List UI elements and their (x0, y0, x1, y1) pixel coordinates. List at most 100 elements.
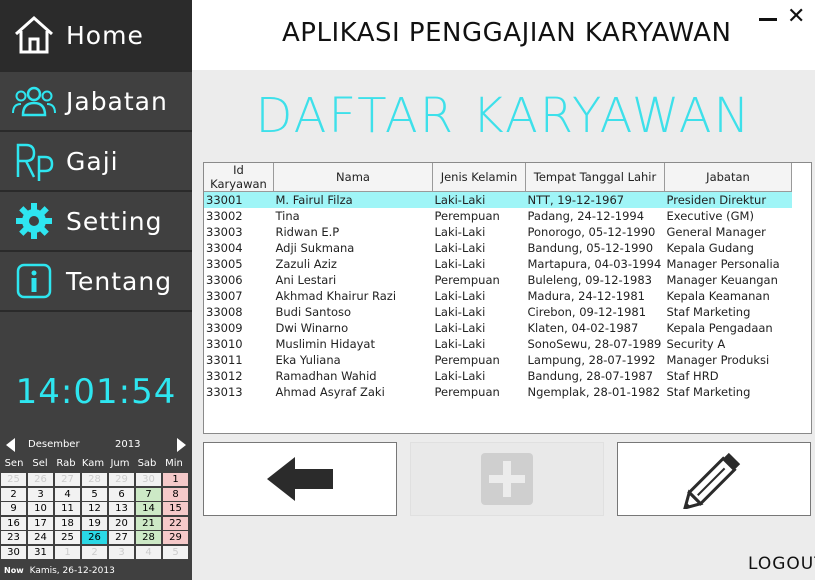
minimize-button[interactable] (759, 18, 777, 21)
calendar-day[interactable]: 7 (136, 487, 161, 501)
calendar-day[interactable]: 15 (163, 502, 188, 515)
calendar-day[interactable]: 23 (1, 531, 26, 544)
calendar-day[interactable]: 9 (1, 502, 26, 515)
table-cell: 33005 (206, 257, 243, 271)
calendar-day[interactable]: 3 (109, 545, 134, 559)
calendar-day[interactable]: 8 (163, 487, 188, 501)
table-cell: Laki-Laki (434, 289, 486, 303)
calendar-day[interactable]: 24 (28, 531, 53, 544)
calendar-day[interactable]: 17 (28, 516, 53, 530)
back-button[interactable] (203, 442, 397, 516)
calendar-day[interactable]: 25 (1, 473, 26, 486)
column-header-jenis-kelamin[interactable]: Jenis Kelamin (432, 163, 526, 192)
calendar-day[interactable]: 27 (109, 531, 134, 544)
sidebar-item-jabatan[interactable]: Jabatan (0, 72, 192, 130)
table-cell: Kepala Gudang (666, 241, 754, 255)
calendar-day[interactable]: 10 (28, 502, 53, 515)
logout-link[interactable]: LOGOUT (748, 554, 815, 574)
table-cell: M. Fairul Filza (273, 191, 433, 208)
calendar-day[interactable]: 13 (109, 502, 134, 515)
table-row[interactable]: 33009 Dwi Winarno Laki-Laki Klaten, 04-02-1… (204, 320, 792, 336)
table-cell: 33012 (206, 369, 243, 383)
calendar-day[interactable]: 1 (163, 473, 188, 486)
calendar-day[interactable]: 25 (55, 531, 80, 544)
table-row[interactable]: 33008 Budi Santoso Laki-Laki Cirebon, 09-12… (204, 304, 792, 320)
calendar-day[interactable]: 28 (82, 473, 107, 486)
table-cell: Ramadhan Wahid (275, 369, 377, 383)
table-row[interactable]: 33007 Akhmad Khairur Razi Laki-Laki Madura,… (204, 288, 792, 304)
employee-table[interactable]: Id Karyawan Nama Jenis Kelamin Tempat Ta… (203, 162, 812, 434)
calendar-day[interactable]: 1 (55, 545, 80, 559)
calendar-day[interactable]: 29 (163, 531, 188, 544)
calendar-day[interactable]: 2 (1, 487, 26, 501)
table-cell: Presiden Direktur (664, 191, 792, 208)
sidebar-item-gaji[interactable]: Gaji (0, 132, 192, 190)
calendar-day[interactable]: 2 (82, 545, 107, 559)
weekday-label: Min (165, 458, 183, 469)
calendar-day[interactable]: 30 (1, 545, 26, 559)
weekday-label: Kam (81, 458, 105, 469)
table-cell: Staf Marketing (666, 385, 751, 399)
table-cell: 33011 (206, 353, 243, 367)
edit-button[interactable] (617, 442, 811, 516)
calendar-day[interactable]: 14 (136, 502, 161, 515)
calendar-day[interactable]: 12 (82, 502, 107, 515)
table-cell: Perempuan (434, 273, 500, 287)
table-cell: 33003 (206, 225, 243, 239)
calendar-day[interactable]: 11 (55, 502, 80, 515)
next-month-icon[interactable] (177, 438, 186, 452)
calendar-day[interactable]: 6 (109, 487, 134, 501)
calendar-day[interactable]: 3 (28, 487, 53, 501)
calendar-day[interactable]: 28 (136, 531, 161, 544)
table-cell: Ponorogo, 05-12-1990 (527, 225, 656, 239)
prev-month-icon[interactable] (6, 438, 15, 452)
calendar-day[interactable]: 31 (28, 545, 53, 559)
calendar-day[interactable]: 26 (82, 531, 107, 544)
calendar-header: Desember 2013 (0, 436, 192, 454)
table-cell: Lampung, 28-07-1992 (527, 353, 656, 367)
table-cell: Eka Yuliana (275, 353, 341, 367)
table-cell: Laki-Laki (434, 241, 486, 255)
table-cell: 33008 (206, 305, 243, 319)
column-header-nama[interactable]: Nama (273, 163, 433, 192)
calendar-day[interactable]: 16 (1, 516, 26, 530)
calendar-day[interactable]: 18 (55, 516, 80, 530)
table-row[interactable]: 33011 Eka Yuliana Perempuan Lampung, 28-07-… (204, 352, 792, 368)
table-cell: Laki-Laki (434, 337, 486, 351)
table-row[interactable]: 33013 Ahmad Asyraf Zaki Perempuan Ngemplak,… (204, 384, 792, 400)
sidebar-item-home[interactable]: Home (0, 0, 192, 70)
calendar-day[interactable]: 21 (136, 516, 161, 530)
calendar-day[interactable]: 19 (82, 516, 107, 530)
close-button[interactable]: ✕ (787, 6, 805, 28)
calendar-day[interactable]: 5 (163, 545, 188, 559)
calendar-day[interactable]: 4 (55, 487, 80, 501)
sidebar-item-setting[interactable]: Setting (0, 192, 192, 250)
calendar-day[interactable]: 30 (136, 473, 161, 486)
table-row[interactable]: 33010 Muslimin Hidayat Laki-Laki SonoSewu, … (204, 336, 792, 352)
calendar-day[interactable]: 4 (136, 545, 161, 559)
calendar-today[interactable]: Now Kamis, 26-12-2013 (4, 566, 115, 576)
column-header-jabatan[interactable]: Jabatan (664, 163, 792, 192)
table-row[interactable]: 33002 Tina Perempuan Padang, 24-12-1994 Exec… (204, 208, 792, 224)
table-row[interactable]: 33006 Ani Lestari Perempuan Buleleng, 09-12… (204, 272, 792, 288)
title-bar: APLIKASI PENGGAJIAN KARYAWAN ✕ (192, 0, 815, 70)
column-header-id[interactable]: Id Karyawan (204, 163, 274, 192)
column-header-ttl[interactable]: Tempat Tanggal Lahir (525, 163, 665, 192)
sidebar-item-tentang[interactable]: Tentang (0, 252, 192, 310)
calendar-day[interactable]: 26 (28, 473, 53, 486)
table-row[interactable]: 33001 M. Fairul Filza Laki-Laki NTT, 19-12-… (204, 191, 792, 208)
table-row[interactable]: 33004 Adji Sukmana Laki-Laki Bandung, 05-12… (204, 240, 792, 256)
table-row[interactable]: 33003 Ridwan E.P Laki-Laki Ponorogo, 05-12-… (204, 224, 792, 240)
table-cell: Dwi Winarno (275, 321, 349, 335)
calendar-day[interactable]: 29 (109, 473, 134, 486)
sidebar-item-label: Gaji (66, 146, 119, 176)
add-button[interactable] (410, 442, 604, 516)
table-row[interactable]: 33005 Zazuli Aziz Laki-Laki Martapura, 04-0… (204, 256, 792, 272)
calendar-day[interactable]: 5 (82, 487, 107, 501)
table-row[interactable]: 33012 Ramadhan Wahid Laki-Laki Bandung, 28-… (204, 368, 792, 384)
calendar-day[interactable]: 27 (55, 473, 80, 486)
table-cell: Tina (275, 209, 300, 223)
calendar-day[interactable]: 20 (109, 516, 134, 530)
calendar-day[interactable]: 22 (163, 516, 188, 530)
table-cell: Laki-Laki (434, 225, 486, 239)
